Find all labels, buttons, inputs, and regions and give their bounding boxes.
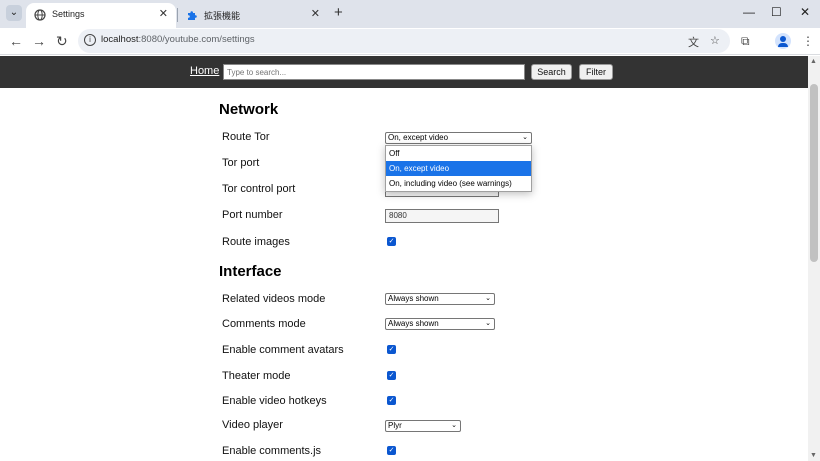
extensions-icon[interactable]: ⧉ <box>741 34 750 49</box>
scroll-up-icon[interactable]: ▲ <box>810 58 817 65</box>
route-images-label: Route images <box>222 236 290 248</box>
star-icon[interactable]: ☆ <box>710 34 720 47</box>
new-tab-button[interactable]: + <box>334 4 343 22</box>
forward-icon[interactable]: → <box>32 32 46 50</box>
section-title-interface: Interface <box>219 263 282 280</box>
dropdown-option[interactable]: On, including video (see warnings) <box>386 176 531 191</box>
tab-search-button[interactable]: ⌄ <box>6 5 22 21</box>
page-scrollbar[interactable]: ▲ ▼ <box>808 56 820 461</box>
chevron-down-icon: ⌄ <box>485 295 491 302</box>
search-button[interactable]: Search <box>531 64 572 80</box>
site-info-icon[interactable]: i <box>84 34 96 46</box>
puzzle-icon <box>188 11 197 20</box>
scroll-thumb[interactable] <box>810 84 818 262</box>
maximize-button[interactable]: ☐ <box>771 5 782 19</box>
section-title-network: Network <box>219 101 279 118</box>
video-hotkeys-checkbox[interactable]: ✓ <box>387 396 396 405</box>
filter-button[interactable]: Filter <box>579 64 613 80</box>
video-player-label: Video player <box>222 419 283 431</box>
tor-control-port-label: Tor control port <box>222 183 296 195</box>
chevron-down-icon: ⌄ <box>451 422 457 429</box>
browser-toolbar: ← → ↻ i localhost:8080/youtube.com/setti… <box>0 28 820 55</box>
translate-icon[interactable]: 文 <box>688 34 699 50</box>
profile-avatar[interactable] <box>775 33 791 49</box>
window-close-button[interactable]: ✕ <box>800 5 810 19</box>
globe-icon <box>34 9 46 21</box>
route-tor-label: Route Tor <box>222 131 270 143</box>
tab-settings[interactable]: Settings ✕ <box>26 3 176 28</box>
route-tor-dropdown: Off On, except video On, including video… <box>385 145 532 192</box>
tab-strip: ⌄ Settings ✕ 拡張機能 ✕ + — ☐ ✕ <box>0 0 820 28</box>
minimize-button[interactable]: — <box>743 5 755 19</box>
comments-mode-label: Comments mode <box>222 318 306 330</box>
home-link[interactable]: Home <box>190 65 219 77</box>
route-images-checkbox[interactable]: ✓ <box>387 237 396 246</box>
settings-content: Network Route Tor On, except video ⌄ Tor … <box>0 88 808 461</box>
search-input[interactable] <box>223 64 525 80</box>
scroll-down-icon[interactable]: ▼ <box>810 452 817 459</box>
related-videos-select[interactable]: Always shown ⌄ <box>385 293 495 305</box>
close-icon[interactable]: ✕ <box>311 7 320 20</box>
port-number-label: Port number <box>222 209 283 221</box>
chevron-down-icon: ⌄ <box>485 320 491 327</box>
dropdown-option[interactable]: Off <box>386 146 531 161</box>
address-bar[interactable]: i localhost:8080/youtube.com/settings 文 … <box>78 29 730 53</box>
comment-avatars-checkbox[interactable]: ✓ <box>387 345 396 354</box>
reload-icon[interactable]: ↻ <box>56 32 68 50</box>
route-tor-select[interactable]: On, except video ⌄ <box>385 132 532 144</box>
related-videos-label: Related videos mode <box>222 293 326 305</box>
video-hotkeys-label: Enable video hotkeys <box>222 395 327 407</box>
url-text: localhost:8080/youtube.com/settings <box>101 34 255 45</box>
comment-avatars-label: Enable comment avatars <box>222 344 344 356</box>
back-icon[interactable]: ← <box>9 32 23 50</box>
comments-mode-select[interactable]: Always shown ⌄ <box>385 318 495 330</box>
theater-mode-label: Theater mode <box>222 370 291 382</box>
close-icon[interactable]: ✕ <box>159 7 168 20</box>
tab-extensions[interactable]: 拡張機能 ✕ <box>178 3 328 28</box>
dropdown-option-selected[interactable]: On, except video <box>386 161 531 176</box>
tor-port-label: Tor port <box>222 157 260 169</box>
tab-title: Settings <box>52 9 85 19</box>
menu-icon[interactable]: ⋮ <box>802 34 814 48</box>
theater-mode-checkbox[interactable]: ✓ <box>387 371 396 380</box>
port-number-input[interactable]: 8080 <box>385 209 499 223</box>
comments-js-label: Enable comments.js <box>222 445 322 457</box>
tab-title: 拡張機能 <box>204 11 241 21</box>
comments-js-checkbox[interactable]: ✓ <box>387 446 396 455</box>
page-header: Home Search Filter <box>0 56 808 88</box>
chevron-down-icon: ⌄ <box>522 134 528 141</box>
video-player-select[interactable]: Plyr ⌄ <box>385 420 461 432</box>
